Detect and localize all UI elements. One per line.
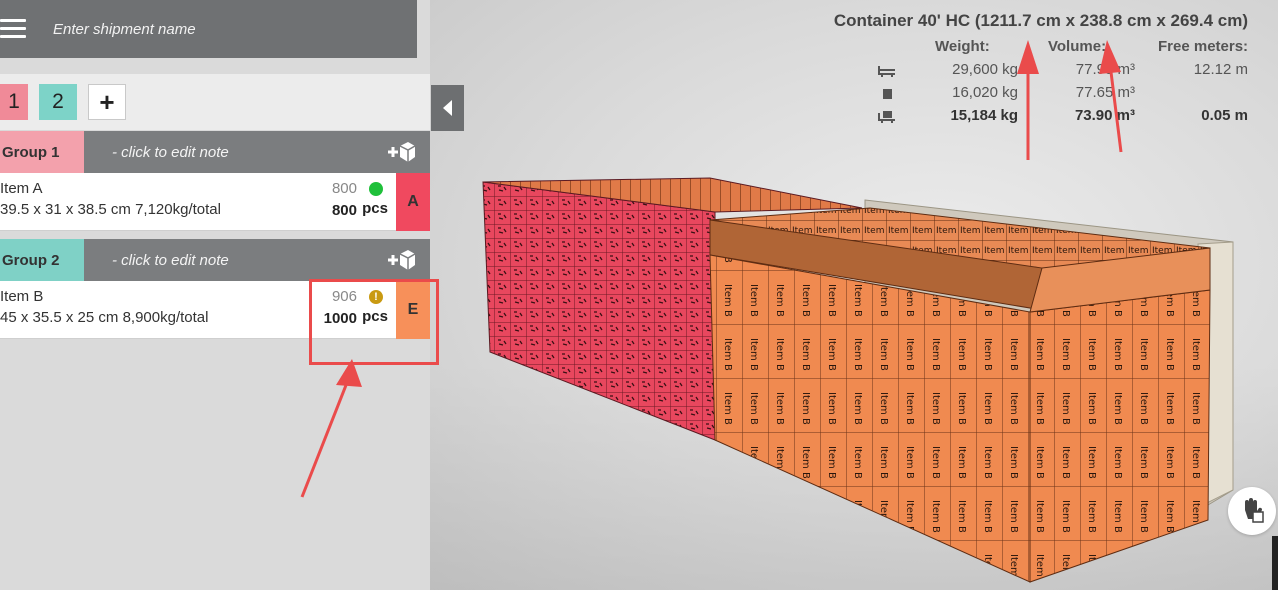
item-unit: pcs: [362, 200, 388, 217]
stats-weight: 29,600 kg: [952, 61, 1018, 78]
stats-volume: 73.90 m³: [1074, 107, 1135, 124]
stats-weight: 16,020 kg: [952, 84, 1018, 101]
add-box-icon[interactable]: [386, 248, 416, 272]
group-name[interactable]: Group 1: [0, 131, 84, 173]
item-color-letter[interactable]: A: [396, 173, 430, 231]
item-dimensions: 45 x 35.5 x 25 cm 8,900kg/total: [0, 309, 209, 326]
item-total-count: 800: [331, 202, 357, 219]
chevron-left-icon: [443, 100, 452, 116]
tab-container-1[interactable]: 1: [0, 84, 28, 120]
item-row-a[interactable]: Item A 39.5 x 31 x 38.5 cm 7,120kg/total…: [0, 173, 430, 231]
free-meters-header: Free meters:: [1158, 38, 1249, 55]
group-header-1: Group 1 - click to edit note: [0, 131, 430, 173]
stats-row-loaded: 15,184 kg 73.90 m³ 0.05 m: [870, 107, 1260, 129]
volume-header: Volume:: [1048, 38, 1107, 55]
stats-free: 12.12 m: [1193, 61, 1248, 78]
item-unit: pcs: [362, 308, 388, 325]
item-loaded-count: 800: [331, 180, 357, 197]
item-dimensions: 39.5 x 31 x 38.5 cm 7,120kg/total: [0, 201, 221, 218]
item-name: Item A: [0, 180, 43, 197]
item-name: Item B: [0, 288, 44, 305]
tab-container-2[interactable]: 2: [39, 84, 77, 120]
warning-icon: !: [369, 290, 383, 304]
container-title: Container 40' HC (1211.7 cm x 238.8 cm x…: [833, 11, 1248, 30]
weight-header: Weight:: [935, 38, 990, 55]
viewcube-edge: [1272, 536, 1278, 590]
group-header-2: Group 2 - click to edit note: [0, 239, 430, 281]
item-loaded-count: 906: [331, 288, 357, 305]
stats-row-capacity: 29,600 kg 77.95 m³ 12.12 m: [870, 61, 1260, 83]
menu-icon[interactable]: [0, 19, 26, 39]
collapse-panel-button[interactable]: [431, 85, 464, 131]
top-bar: [0, 0, 417, 58]
item-row-b[interactable]: Item B 45 x 35.5 x 25 cm 8,900kg/total 9…: [0, 281, 430, 339]
item-total-count: 1000: [323, 310, 357, 327]
rotate-view-button[interactable]: [1228, 487, 1276, 535]
add-container-button[interactable]: +: [88, 84, 126, 120]
shipment-name-input[interactable]: [53, 14, 383, 44]
hand-cube-icon: [1245, 498, 1264, 523]
stats-volume: 77.95 m³: [1075, 61, 1135, 78]
add-box-icon[interactable]: [386, 140, 416, 164]
stats-weight: 15,184 kg: [950, 107, 1018, 124]
group-note[interactable]: - click to edit note: [112, 252, 229, 269]
status-ok-icon: [369, 182, 383, 196]
item-color-letter[interactable]: E: [396, 281, 430, 339]
group-note[interactable]: - click to edit note: [112, 144, 229, 161]
left-panel: 1 2 + Group 1 - click to edit note Item …: [0, 0, 430, 590]
container-tabs: 1 2 +: [0, 74, 430, 130]
group-name[interactable]: Group 2: [0, 239, 84, 281]
stats-row-used: 16,020 kg 77.65 m³: [870, 84, 1260, 106]
stats-free: 0.05 m: [1201, 107, 1248, 124]
stats-volume: 77.65 m³: [1075, 84, 1135, 101]
